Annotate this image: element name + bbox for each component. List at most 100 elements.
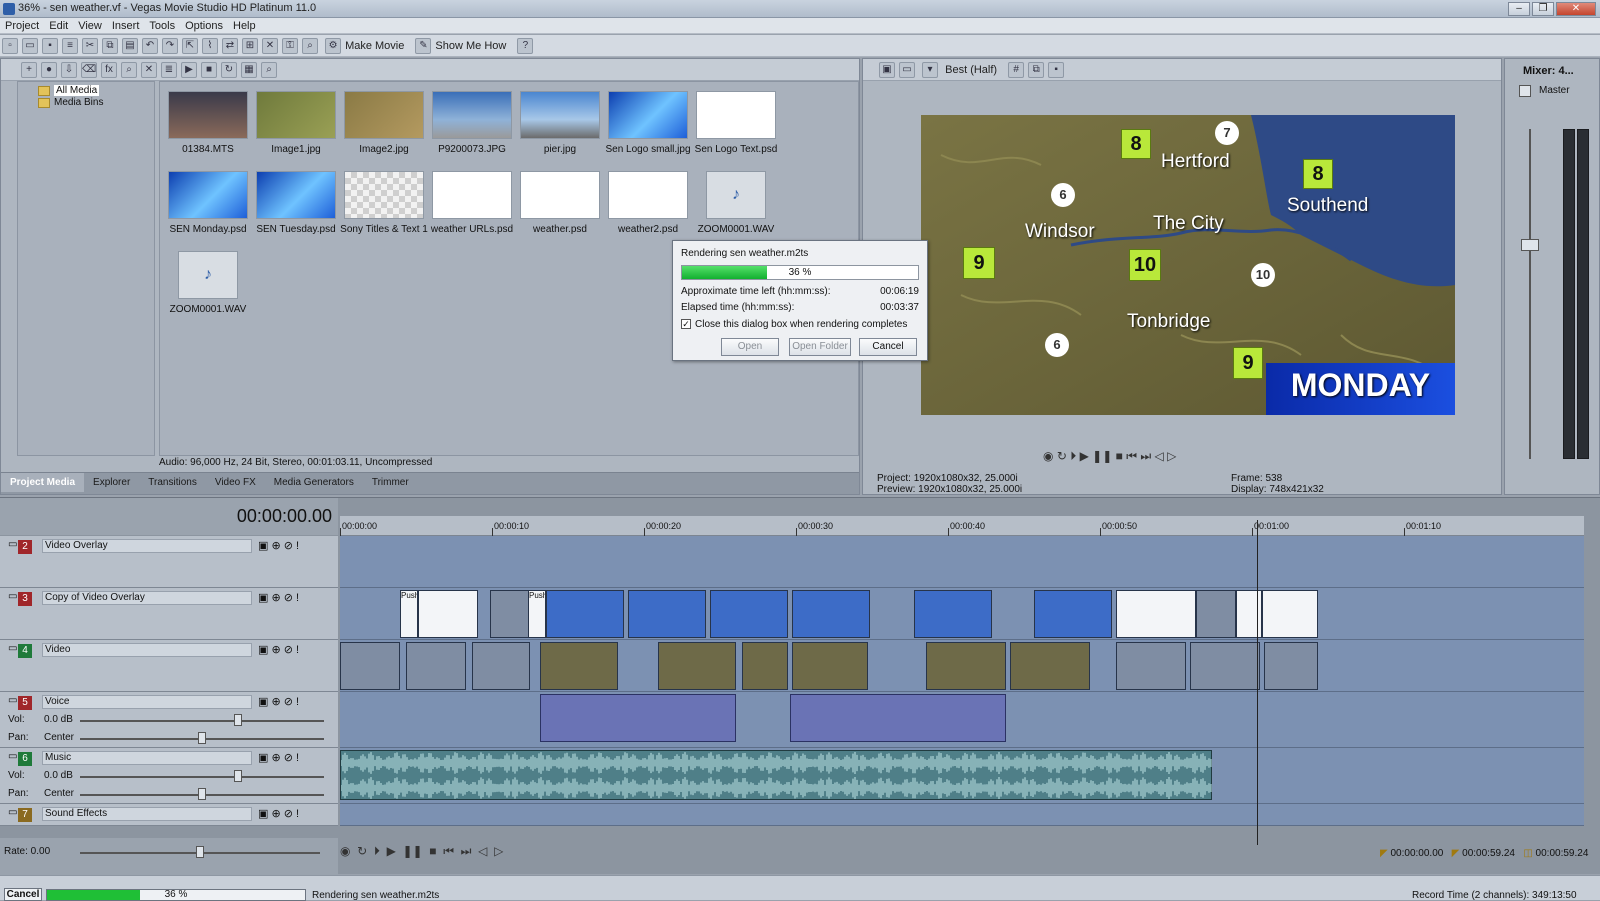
- clip[interactable]: [1196, 590, 1236, 638]
- media-item[interactable]: SEN Tuesday.psd: [252, 166, 336, 240]
- clip[interactable]: [710, 590, 788, 638]
- clip[interactable]: [1264, 642, 1318, 690]
- clip[interactable]: [914, 590, 992, 638]
- media-item[interactable]: Sony Titles & Text 1: [340, 166, 428, 240]
- stop-icon[interactable]: ■: [1116, 449, 1123, 463]
- clip[interactable]: [1190, 642, 1260, 690]
- stop-icon[interactable]: ■: [201, 62, 217, 78]
- clip[interactable]: [1010, 642, 1090, 690]
- undo-icon[interactable]: ↶: [142, 38, 158, 54]
- save-icon[interactable]: ▪: [42, 38, 58, 54]
- pan-slider[interactable]: [198, 732, 206, 744]
- menu-tools[interactable]: Tools: [144, 18, 180, 34]
- solo-icon[interactable]: !: [296, 592, 299, 604]
- media-properties-icon[interactable]: ≣: [161, 62, 177, 78]
- loop-icon[interactable]: ↻: [357, 844, 367, 858]
- track-fx-icon[interactable]: ▣: [258, 808, 268, 820]
- rate-slider[interactable]: [196, 846, 204, 858]
- tab-explorer[interactable]: Explorer: [84, 473, 139, 492]
- track-minimize-icon[interactable]: ▭: [8, 591, 17, 602]
- menu-view[interactable]: View: [73, 18, 107, 34]
- close-when-done-checkbox[interactable]: ✓: [681, 319, 691, 329]
- track-header[interactable]: ▭ 2 Video Overlay ▣ ⊕ ⊘ !: [0, 536, 338, 588]
- media-item[interactable]: P9200073.JPG: [428, 86, 512, 160]
- music-clip[interactable]: [340, 750, 1212, 800]
- status-cancel-button[interactable]: Cancel: [4, 888, 42, 901]
- external-monitor-icon[interactable]: ▭: [899, 62, 915, 78]
- solo-icon[interactable]: !: [296, 752, 299, 764]
- master-fader[interactable]: [1521, 239, 1539, 251]
- solo-icon[interactable]: !: [296, 696, 299, 708]
- open-button[interactable]: Open: [721, 338, 779, 356]
- track-name[interactable]: Video: [42, 643, 252, 657]
- cancel-render-button[interactable]: Cancel: [859, 338, 917, 356]
- media-item[interactable]: Image2.jpg: [340, 86, 424, 160]
- mute-icon[interactable]: ⊘: [284, 752, 293, 764]
- stop-icon[interactable]: ■: [429, 844, 436, 858]
- mute-icon[interactable]: ⊘: [284, 592, 293, 604]
- clip[interactable]: [1116, 642, 1186, 690]
- track-fx-icon[interactable]: ▣: [258, 752, 268, 764]
- track-header[interactable]: ▭ 4 Video ▣ ⊕ ⊘ !: [0, 640, 338, 692]
- maximize-button[interactable]: ❐: [1532, 2, 1554, 16]
- close-button[interactable]: ✕: [1556, 2, 1596, 16]
- media-item[interactable]: 01384.MTS: [164, 86, 248, 160]
- clip[interactable]: Push: [528, 590, 546, 638]
- clip[interactable]: [418, 590, 478, 638]
- redo-icon[interactable]: ↷: [162, 38, 178, 54]
- clip[interactable]: [406, 642, 466, 690]
- playhead[interactable]: [1257, 520, 1258, 845]
- go-to-start-icon[interactable]: ⏮: [443, 844, 454, 858]
- play-from-start-icon[interactable]: ⏵: [1070, 449, 1076, 463]
- clip[interactable]: [790, 694, 1006, 742]
- show-me-how-button[interactable]: Show Me How: [435, 38, 506, 54]
- preview-quality-select[interactable]: Best (Half): [945, 62, 997, 78]
- clip[interactable]: [540, 642, 618, 690]
- media-item[interactable]: SEN Monday.psd: [164, 166, 248, 240]
- media-fx-icon[interactable]: fx: [101, 62, 117, 78]
- go-to-start-icon[interactable]: ⏮: [1126, 449, 1137, 463]
- clip[interactable]: [628, 590, 706, 638]
- play-icon[interactable]: ▶: [1080, 449, 1089, 463]
- next-frame-icon[interactable]: ▷: [494, 844, 503, 858]
- track-lane[interactable]: [340, 804, 1584, 826]
- quality-icon[interactable]: ▾: [922, 62, 939, 78]
- zoom-tool-icon[interactable]: ⌕: [302, 38, 318, 54]
- menu-project[interactable]: Project: [0, 18, 44, 34]
- delete-icon[interactable]: ✕: [141, 62, 157, 78]
- clip[interactable]: [742, 642, 788, 690]
- clip[interactable]: [540, 694, 736, 742]
- clip[interactable]: [926, 642, 1006, 690]
- preview-properties-icon[interactable]: ▣: [879, 62, 895, 78]
- lock-envelopes-icon[interactable]: ⚿: [282, 38, 298, 54]
- solo-icon[interactable]: !: [296, 540, 299, 552]
- media-item[interactable]: ♪ ZOOM0001.WAV: [164, 246, 246, 320]
- track-motion-icon[interactable]: ⊕: [271, 752, 280, 764]
- clip[interactable]: [472, 642, 530, 690]
- tab-transitions[interactable]: Transitions: [139, 473, 206, 492]
- media-item[interactable]: pier.jpg: [516, 86, 600, 160]
- track-name[interactable]: Voice: [42, 695, 252, 709]
- minimize-button[interactable]: –: [1508, 2, 1530, 16]
- prev-frame-icon[interactable]: ◁: [1155, 449, 1164, 463]
- clip[interactable]: [546, 590, 624, 638]
- play-icon[interactable]: ▶: [387, 844, 396, 858]
- cut-icon[interactable]: ✂: [82, 38, 98, 54]
- make-movie-icon[interactable]: ⚙: [325, 38, 342, 54]
- show-me-how-icon[interactable]: ✎: [415, 38, 432, 54]
- track-lane[interactable]: [340, 640, 1584, 692]
- media-item[interactable]: Image1.jpg: [252, 86, 336, 160]
- mute-icon[interactable]: ⊘: [284, 808, 293, 820]
- track-name[interactable]: Video Overlay: [42, 539, 252, 553]
- tab-project-media[interactable]: Project Media: [1, 473, 85, 492]
- remove-unused-icon[interactable]: ⌫: [81, 62, 97, 78]
- crossfade-icon[interactable]: ✕: [262, 38, 278, 54]
- track-header[interactable]: ▭ 6 Music ▣ ⊕ ⊘ ! Vol: 0.0 dB Pan: Center: [0, 748, 338, 804]
- media-item[interactable]: weather2.psd: [604, 166, 688, 240]
- loop-icon[interactable]: ↻: [1057, 449, 1067, 463]
- track-name[interactable]: Sound Effects: [42, 807, 252, 821]
- copy-icon[interactable]: ⧉: [102, 38, 118, 54]
- track-motion-icon[interactable]: ⊕: [271, 808, 280, 820]
- media-item[interactable]: weather.psd: [516, 166, 600, 240]
- zoom-icon[interactable]: ⌕: [261, 62, 277, 78]
